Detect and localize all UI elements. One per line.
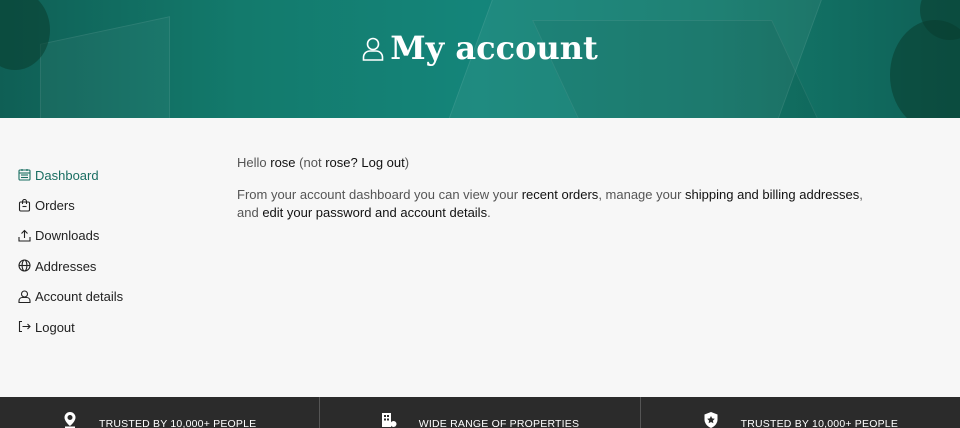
account-navigation: Dashboard Orders Downloads Addresses Acc…	[18, 160, 123, 342]
account-details-link[interactable]: edit your password and account details	[262, 205, 487, 220]
username: rose	[325, 155, 351, 170]
sidebar-item-label: Addresses	[35, 258, 97, 274]
page-hero-banner: My account	[0, 0, 960, 118]
feature-label: TRUSTED BY 10,000+ PEOPLE	[740, 417, 899, 428]
addresses-link[interactable]: shipping and billing addresses	[685, 187, 859, 202]
features-bar: TRUSTED BY 10,000+ PEOPLE WIDE RANGE OF …	[0, 397, 960, 428]
feature-item: WIDE RANGE OF PROPERTIES	[320, 397, 641, 428]
sidebar-item-label: Dashboard	[35, 167, 99, 183]
sidebar-item-dashboard[interactable]: Dashboard	[18, 160, 123, 190]
greeting-text: Hello rose (not rose? Log out)	[237, 154, 887, 172]
dashboard-content: Hello rose (not rose? Log out) From your…	[237, 154, 887, 236]
dashboard-intro: From your account dashboard you can view…	[237, 186, 887, 222]
sidebar-item-label: Logout	[35, 319, 75, 335]
intro-text: .	[487, 205, 491, 220]
page-title: My account	[0, 26, 960, 72]
logout-icon	[18, 320, 32, 334]
sidebar-item-label: Downloads	[35, 228, 100, 244]
greeting-not: (not	[299, 155, 322, 170]
sidebar-item-logout[interactable]: Logout	[18, 312, 123, 342]
logout-link[interactable]: Log out	[361, 155, 404, 170]
sidebar-item-label: Account details	[35, 289, 124, 305]
user-icon	[362, 28, 384, 72]
greeting-question: ?	[350, 155, 358, 170]
username: rose	[270, 155, 296, 170]
page-title-text: My account	[390, 29, 598, 67]
feature-label: TRUSTED BY 10,000+ PEOPLE	[98, 417, 257, 428]
sidebar-item-addresses[interactable]: Addresses	[18, 251, 123, 281]
intro-text: and	[237, 205, 259, 220]
sidebar-item-downloads[interactable]: Downloads	[18, 221, 123, 251]
bag-icon	[18, 198, 32, 213]
greeting-hello: Hello	[237, 155, 267, 170]
sidebar-item-orders[interactable]: Orders	[18, 190, 123, 220]
shield-star-icon	[703, 411, 719, 428]
greeting-close: )	[404, 155, 410, 170]
globe-icon	[18, 259, 32, 273]
sidebar-item-account-details[interactable]: Account details	[18, 282, 123, 312]
pin-icon	[63, 411, 77, 428]
feature-label: WIDE RANGE OF PROPERTIES	[418, 417, 580, 428]
sidebar-item-label: Orders	[35, 198, 75, 214]
upload-icon	[18, 229, 32, 243]
building-icon	[381, 412, 397, 428]
intro-text: From your account dashboard you can view…	[237, 187, 519, 202]
recent-orders-link[interactable]: recent orders	[522, 187, 599, 202]
intro-text: ,	[859, 187, 863, 202]
feature-item: TRUSTED BY 10,000+ PEOPLE	[0, 397, 321, 428]
feature-item: TRUSTED BY 10,000+ PEOPLE	[641, 397, 960, 428]
intro-text: , manage your	[598, 187, 682, 202]
calendar-icon	[18, 168, 32, 182]
user-icon	[18, 290, 32, 304]
